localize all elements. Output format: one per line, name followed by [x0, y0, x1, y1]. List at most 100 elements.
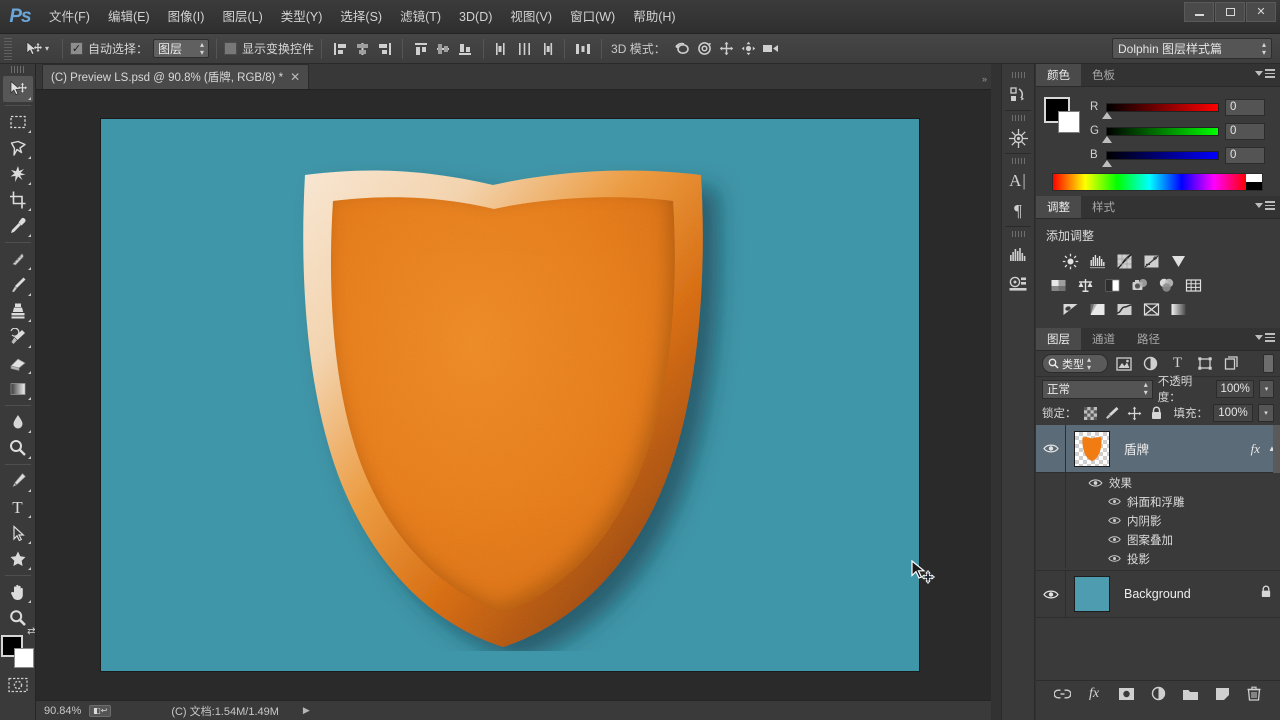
fill-slider-button[interactable]: ▾ — [1258, 404, 1274, 422]
tab-color[interactable]: 颜色 — [1036, 64, 1081, 86]
eye-icon[interactable] — [1108, 497, 1121, 506]
fill-value[interactable]: 100% — [1213, 404, 1253, 422]
color-panel-swatches[interactable] — [1044, 97, 1082, 133]
properties-panel-icon[interactable] — [1003, 269, 1033, 299]
layer-list[interactable]: 盾牌 fx ▲ 效果 斜面和浮雕 内阴影 图案叠加 投影 Background — [1036, 425, 1280, 618]
maximize-button[interactable] — [1215, 2, 1245, 22]
current-tool-indicator[interactable]: ▾ — [18, 40, 55, 58]
toolbar-grip[interactable] — [10, 66, 25, 73]
distribute-right-icon[interactable] — [535, 39, 557, 59]
effect-visibility-togg-4[interactable] — [1036, 549, 1066, 568]
menu-filter[interactable]: 滤镜(T) — [391, 0, 450, 34]
add-layer-style-button[interactable]: fx — [1084, 684, 1104, 704]
background-thumbnail-cell[interactable] — [1066, 576, 1118, 612]
close-button[interactable]: ✕ — [1246, 2, 1276, 22]
effect-visibility-togg-3[interactable] — [1036, 530, 1066, 549]
tab-layers[interactable]: 图层 — [1036, 328, 1081, 350]
align-left-edges-icon[interactable] — [329, 39, 351, 59]
document-toggle-icon[interactable]: ◧↩ — [89, 704, 112, 717]
slider-thumb-b[interactable] — [1102, 159, 1112, 167]
layer-thumbnail-cell[interactable] — [1066, 430, 1118, 467]
selective-color-icon[interactable] — [1139, 298, 1163, 320]
document-close-icon[interactable]: ✕ — [290, 70, 300, 84]
quick-mask-button[interactable] — [7, 675, 29, 695]
histogram-panel-icon[interactable] — [1003, 239, 1033, 269]
lock-image-pixels-icon[interactable] — [1104, 404, 1121, 422]
link-layers-button[interactable] — [1052, 684, 1072, 704]
magic-wand-tool[interactable] — [3, 161, 33, 187]
dock-grip[interactable] — [1011, 72, 1025, 78]
color-swatches[interactable]: ⇄ — [0, 626, 36, 669]
lock-position-icon[interactable] — [1126, 404, 1143, 422]
horizontal-type-tool[interactable]: T — [3, 494, 33, 520]
tab-swatches[interactable]: 色板 — [1081, 64, 1126, 86]
effect-visibility-togg-1[interactable] — [1036, 492, 1066, 511]
filter-type-icon[interactable]: T — [1166, 354, 1189, 374]
document-tab[interactable]: (C) Preview LS.psd @ 90.8% (盾牌, RGB/8) *… — [42, 64, 310, 89]
options-bar-grip[interactable] — [4, 37, 12, 60]
color-panel-menu-button[interactable] — [1255, 69, 1275, 78]
curves-icon[interactable] — [1112, 250, 1136, 272]
auto-select-target-dropdown[interactable]: 图层 ▴ ▾ — [153, 39, 210, 58]
photo-filter-icon[interactable] — [1127, 274, 1151, 296]
color-slider-g[interactable]: G 0 — [1090, 119, 1272, 143]
invert-icon[interactable] — [1058, 298, 1082, 320]
hand-tool[interactable] — [3, 579, 33, 605]
effect-name-inner-shadow[interactable]: 内阴影 — [1127, 513, 1162, 529]
layer-filter-toggle[interactable] — [1263, 354, 1274, 373]
eye-icon[interactable] — [1108, 516, 1121, 525]
menu-image[interactable]: 图像(I) — [159, 0, 214, 34]
tab-channels[interactable]: 通道 — [1081, 328, 1126, 350]
tab-overflow-icon[interactable]: » — [982, 74, 987, 84]
dock-grip-3[interactable] — [1011, 158, 1025, 164]
menu-edit[interactable]: 编辑(E) — [99, 0, 159, 34]
add-layer-mask-button[interactable] — [1116, 684, 1136, 704]
spot-healing-brush-tool[interactable] — [3, 246, 33, 272]
align-right-edges-icon[interactable] — [373, 39, 395, 59]
history-brush-tool[interactable] — [3, 324, 33, 350]
character-panel-icon[interactable]: A| — [1003, 166, 1033, 196]
blend-mode-dropdown[interactable]: 正常 ▴ ▾ — [1042, 379, 1153, 399]
gradient-tool[interactable] — [3, 376, 33, 402]
layer-row-background[interactable]: Background — [1036, 570, 1280, 618]
effect-name-bevel-emboss[interactable]: 斜面和浮雕 — [1127, 494, 1185, 510]
scale-3d-icon[interactable] — [760, 39, 782, 59]
custom-shape-tool[interactable] — [3, 546, 33, 572]
slider-value-r[interactable]: 0 — [1225, 98, 1265, 116]
slider-track-r[interactable] — [1102, 102, 1219, 119]
vibrance-icon[interactable] — [1166, 250, 1190, 272]
tab-paths[interactable]: 路径 — [1126, 328, 1171, 350]
slide-3d-icon[interactable] — [738, 39, 760, 59]
menu-help[interactable]: 帮助(H) — [624, 0, 684, 34]
slider-track-b[interactable] — [1102, 150, 1219, 167]
3d-panel-icon[interactable] — [1003, 123, 1033, 153]
menu-3d[interactable]: 3D(D) — [450, 0, 501, 34]
layers-panel-menu-button[interactable] — [1255, 333, 1275, 342]
distribute-spacing-icon[interactable] — [572, 39, 594, 59]
color-lookup-icon[interactable] — [1181, 274, 1205, 296]
layer-list-scrollbar[interactable] — [1273, 425, 1280, 473]
color-spectrum-ramp[interactable] — [1052, 173, 1263, 191]
tab-adjustments[interactable]: 调整 — [1036, 196, 1081, 218]
layer-visibility-toggle[interactable] — [1036, 425, 1066, 472]
status-menu-arrow-icon[interactable]: ▶ — [303, 705, 310, 716]
black-white-icon[interactable] — [1100, 274, 1124, 296]
layer-fx-badge[interactable]: fx — [1251, 441, 1266, 457]
threshold-icon[interactable] — [1112, 298, 1136, 320]
menu-type[interactable]: 类型(Y) — [272, 0, 332, 34]
exposure-icon[interactable] — [1139, 250, 1163, 272]
opacity-slider-button[interactable]: ▾ — [1258, 380, 1274, 398]
menu-file[interactable]: 文件(F) — [40, 0, 99, 34]
align-top-edges-icon[interactable] — [410, 39, 432, 59]
color-balance-icon[interactable] — [1073, 274, 1097, 296]
hue-saturation-icon[interactable] — [1046, 274, 1070, 296]
slider-thumb-r[interactable] — [1102, 111, 1112, 119]
color-background-swatch[interactable] — [1058, 111, 1080, 133]
menu-view[interactable]: 视图(V) — [501, 0, 561, 34]
distribute-horizontal-center-icon[interactable] — [513, 39, 535, 59]
color-slider-b[interactable]: B 0 — [1090, 143, 1272, 167]
layer-effect-inner-shadow[interactable]: 内阴影 — [1036, 511, 1280, 530]
gradient-map-icon[interactable] — [1166, 298, 1190, 320]
brightness-contrast-icon[interactable] — [1058, 250, 1082, 272]
layer-effect-drop-shadow[interactable]: 投影 — [1036, 549, 1280, 568]
